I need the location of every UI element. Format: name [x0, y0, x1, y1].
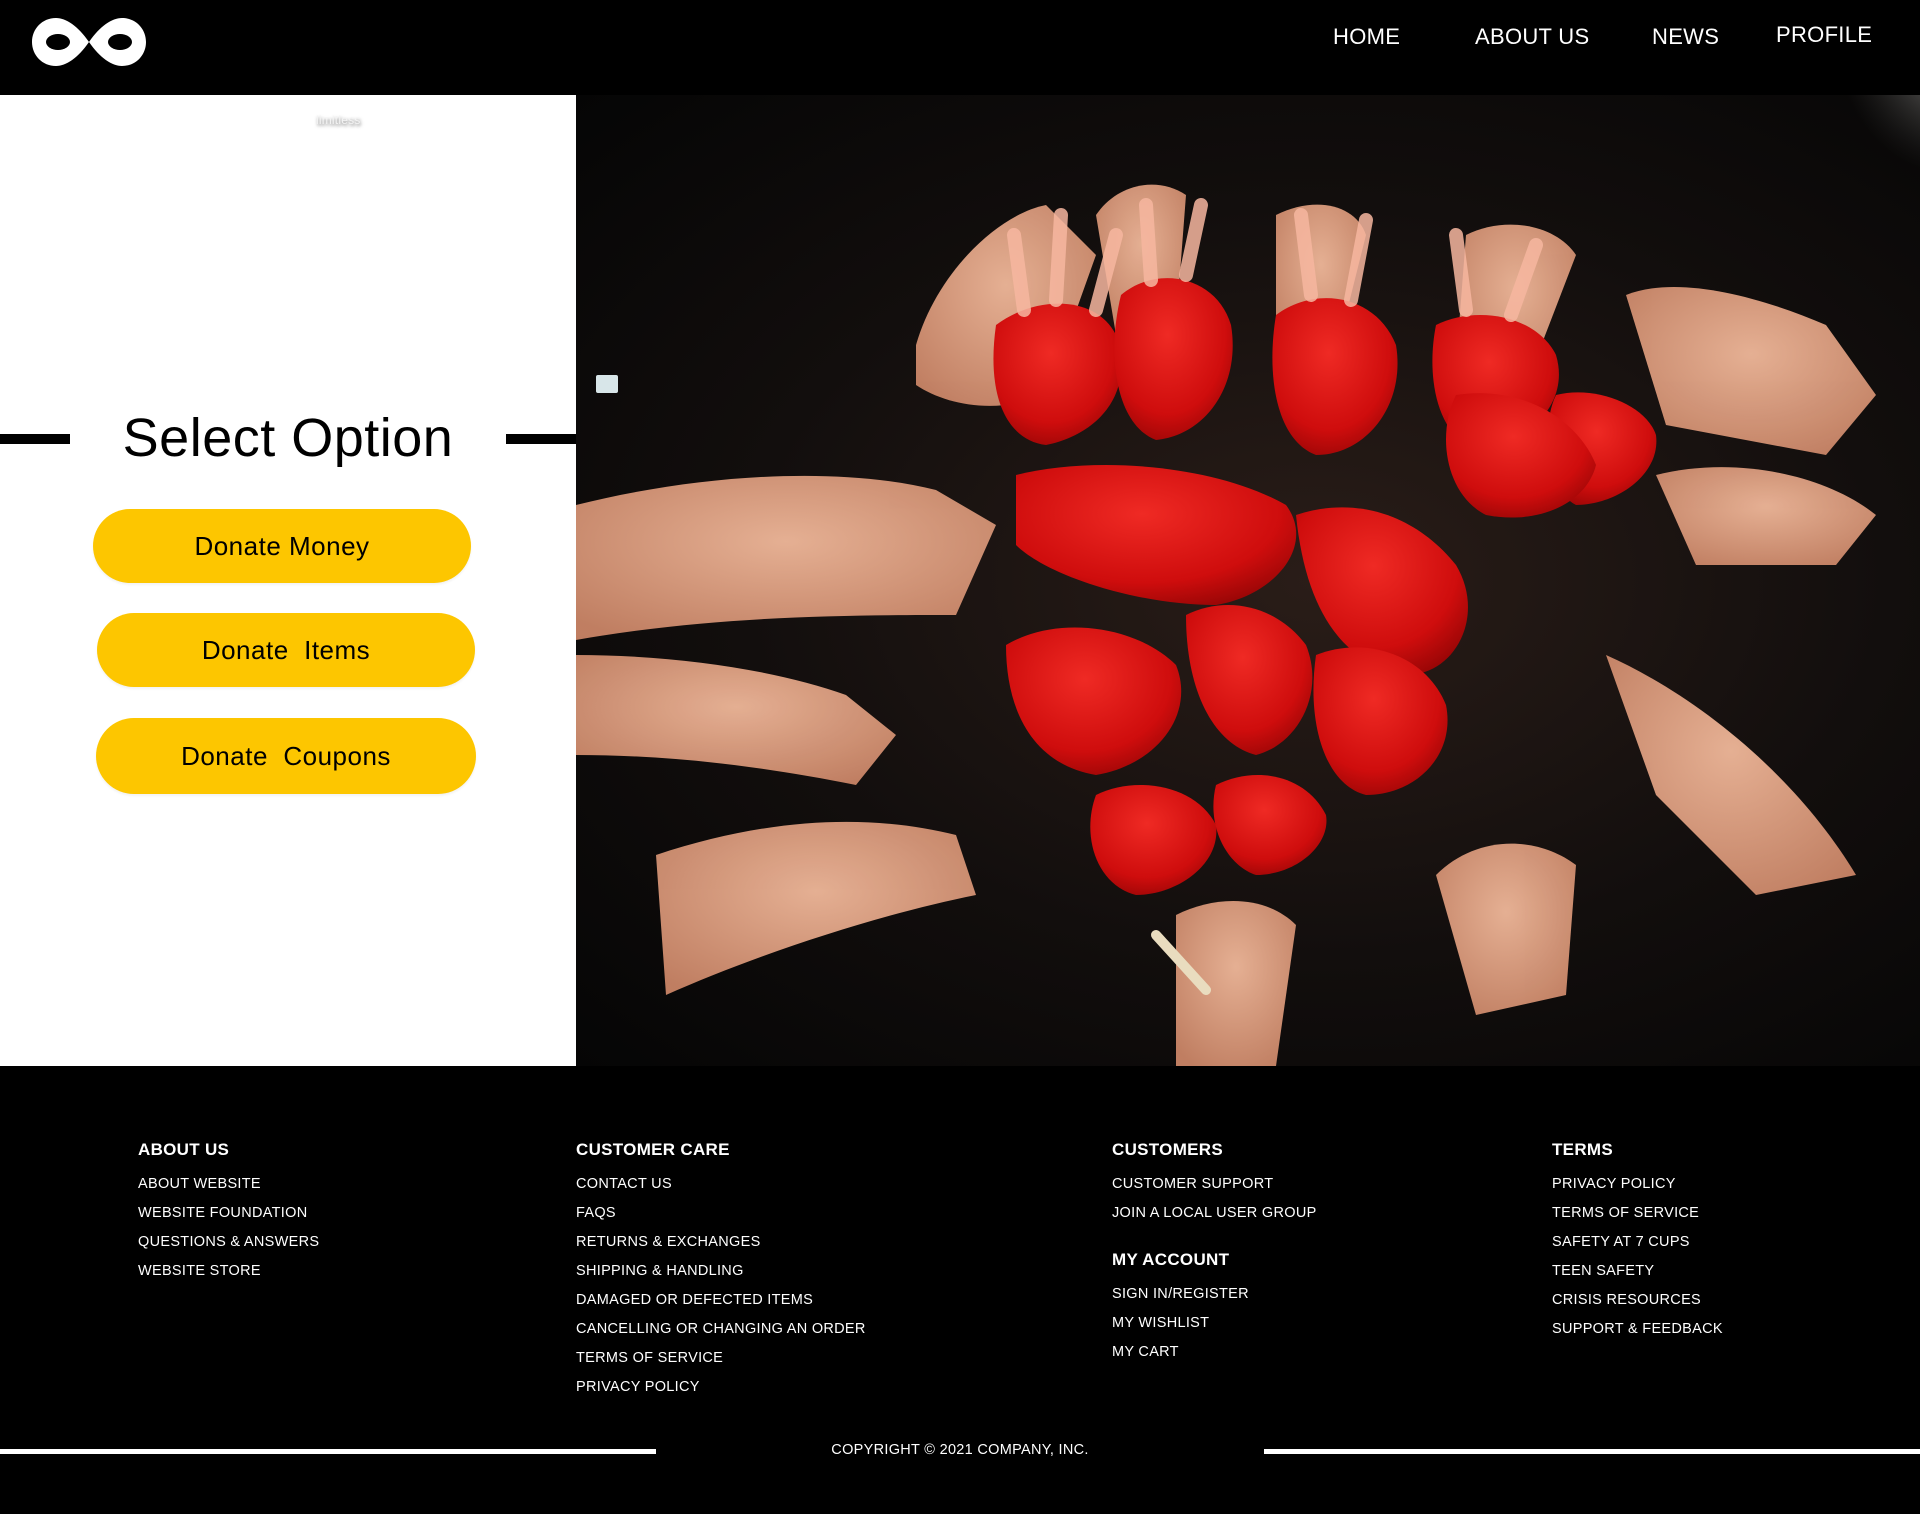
footer-link-privacy-policy-terms[interactable]: PRIVACY POLICY: [1552, 1170, 1723, 1199]
footer-link-terms-of-service[interactable]: TERMS OF SERVICE: [576, 1344, 866, 1373]
footer-heading-my-account: MY ACCOUNT: [1112, 1250, 1230, 1269]
nav-profile-link[interactable]: PROFILE: [1776, 22, 1872, 48]
red-painted-hands-heart-photo: [576, 95, 1920, 1066]
footer-divider-right: [1264, 1449, 1920, 1454]
footer-link-customer-support[interactable]: CUSTOMER SUPPORT: [1112, 1170, 1317, 1199]
footer-divider-left: [0, 1449, 656, 1454]
footer-link-teen-safety[interactable]: TEEN SAFETY: [1552, 1257, 1723, 1286]
footer-link-join-user-group[interactable]: JOIN A LOCAL USER GROUP: [1112, 1199, 1317, 1228]
footer-link-support-feedback[interactable]: SUPPORT & FEEDBACK: [1552, 1315, 1723, 1344]
footer-link-crisis-resources[interactable]: CRISIS RESOURCES: [1552, 1286, 1723, 1315]
footer-link-shipping-handling[interactable]: SHIPPING & HANDLING: [576, 1257, 866, 1286]
donate-money-button[interactable]: Donate Money: [93, 509, 471, 583]
footer-link-terms-of-service-terms[interactable]: TERMS OF SERVICE: [1552, 1199, 1723, 1228]
copyright-text: COPYRIGHT © 2021 COMPANY, INC.: [831, 1442, 1089, 1458]
footer-link-safety-7-cups[interactable]: SAFETY AT 7 CUPS: [1552, 1228, 1723, 1257]
top-navbar: HOME ABOUT US NEWS PROFILE: [0, 0, 1920, 95]
footer-heading-about-us: ABOUT US: [138, 1140, 230, 1159]
nav-home-link[interactable]: HOME: [1333, 24, 1400, 50]
footer-link-website-store[interactable]: WEBSITE STORE: [138, 1257, 319, 1286]
footer-link-damaged-items[interactable]: DAMAGED OR DEFECTED ITEMS: [576, 1286, 866, 1315]
footer-link-my-cart[interactable]: MY CART: [1112, 1338, 1317, 1367]
footer-link-returns-exchanges[interactable]: RETURNS & EXCHANGES: [576, 1228, 866, 1257]
infinity-logo-icon[interactable]: [28, 12, 150, 72]
site-footer: ABOUT US ABOUT WEBSITE WEBSITE FOUNDATIO…: [0, 1066, 1920, 1514]
nav-about-us-link[interactable]: ABOUT US: [1475, 24, 1589, 50]
footer-link-website-foundation[interactable]: WEBSITE FOUNDATION: [138, 1199, 319, 1228]
footer-heading-customers: CUSTOMERS: [1112, 1140, 1224, 1159]
footer-link-faqs[interactable]: FAQS: [576, 1199, 866, 1228]
footer-column-customer-care: CUSTOMER CARE CONTACT US FAQS RETURNS & …: [576, 1140, 866, 1402]
footer-link-questions-answers[interactable]: QUESTIONS & ANSWERS: [138, 1228, 319, 1257]
donate-items-button[interactable]: Donate Items: [97, 613, 475, 687]
footer-column-about-us: ABOUT US ABOUT WEBSITE WEBSITE FOUNDATIO…: [138, 1140, 319, 1286]
brand-watermark-text: limitless: [316, 113, 361, 127]
nav-news-link[interactable]: NEWS: [1652, 24, 1719, 50]
title-divider-right: [506, 434, 576, 444]
footer-link-sign-in-register[interactable]: SIGN IN/REGISTER: [1112, 1280, 1317, 1309]
page-title: Select Option: [122, 408, 454, 468]
footer-column-terms: TERMS PRIVACY POLICY TERMS OF SERVICE SA…: [1552, 1140, 1723, 1344]
footer-link-my-wishlist[interactable]: MY WISHLIST: [1112, 1309, 1317, 1338]
title-divider-left: [0, 434, 70, 444]
donate-coupons-button[interactable]: Donate Coupons: [96, 718, 476, 794]
footer-heading-terms: TERMS: [1552, 1140, 1613, 1159]
footer-link-cancel-change-order[interactable]: CANCELLING OR CHANGING AN ORDER: [576, 1315, 866, 1344]
footer-link-privacy-policy[interactable]: PRIVACY POLICY: [576, 1373, 866, 1402]
footer-link-about-website[interactable]: ABOUT WEBSITE: [138, 1170, 319, 1199]
select-option-panel: limitless Select Option Donate Money Don…: [0, 95, 576, 1066]
footer-link-contact-us[interactable]: CONTACT US: [576, 1170, 866, 1199]
footer-heading-customer-care: CUSTOMER CARE: [576, 1140, 730, 1159]
footer-column-customers: CUSTOMERS CUSTOMER SUPPORT JOIN A LOCAL …: [1112, 1140, 1317, 1367]
